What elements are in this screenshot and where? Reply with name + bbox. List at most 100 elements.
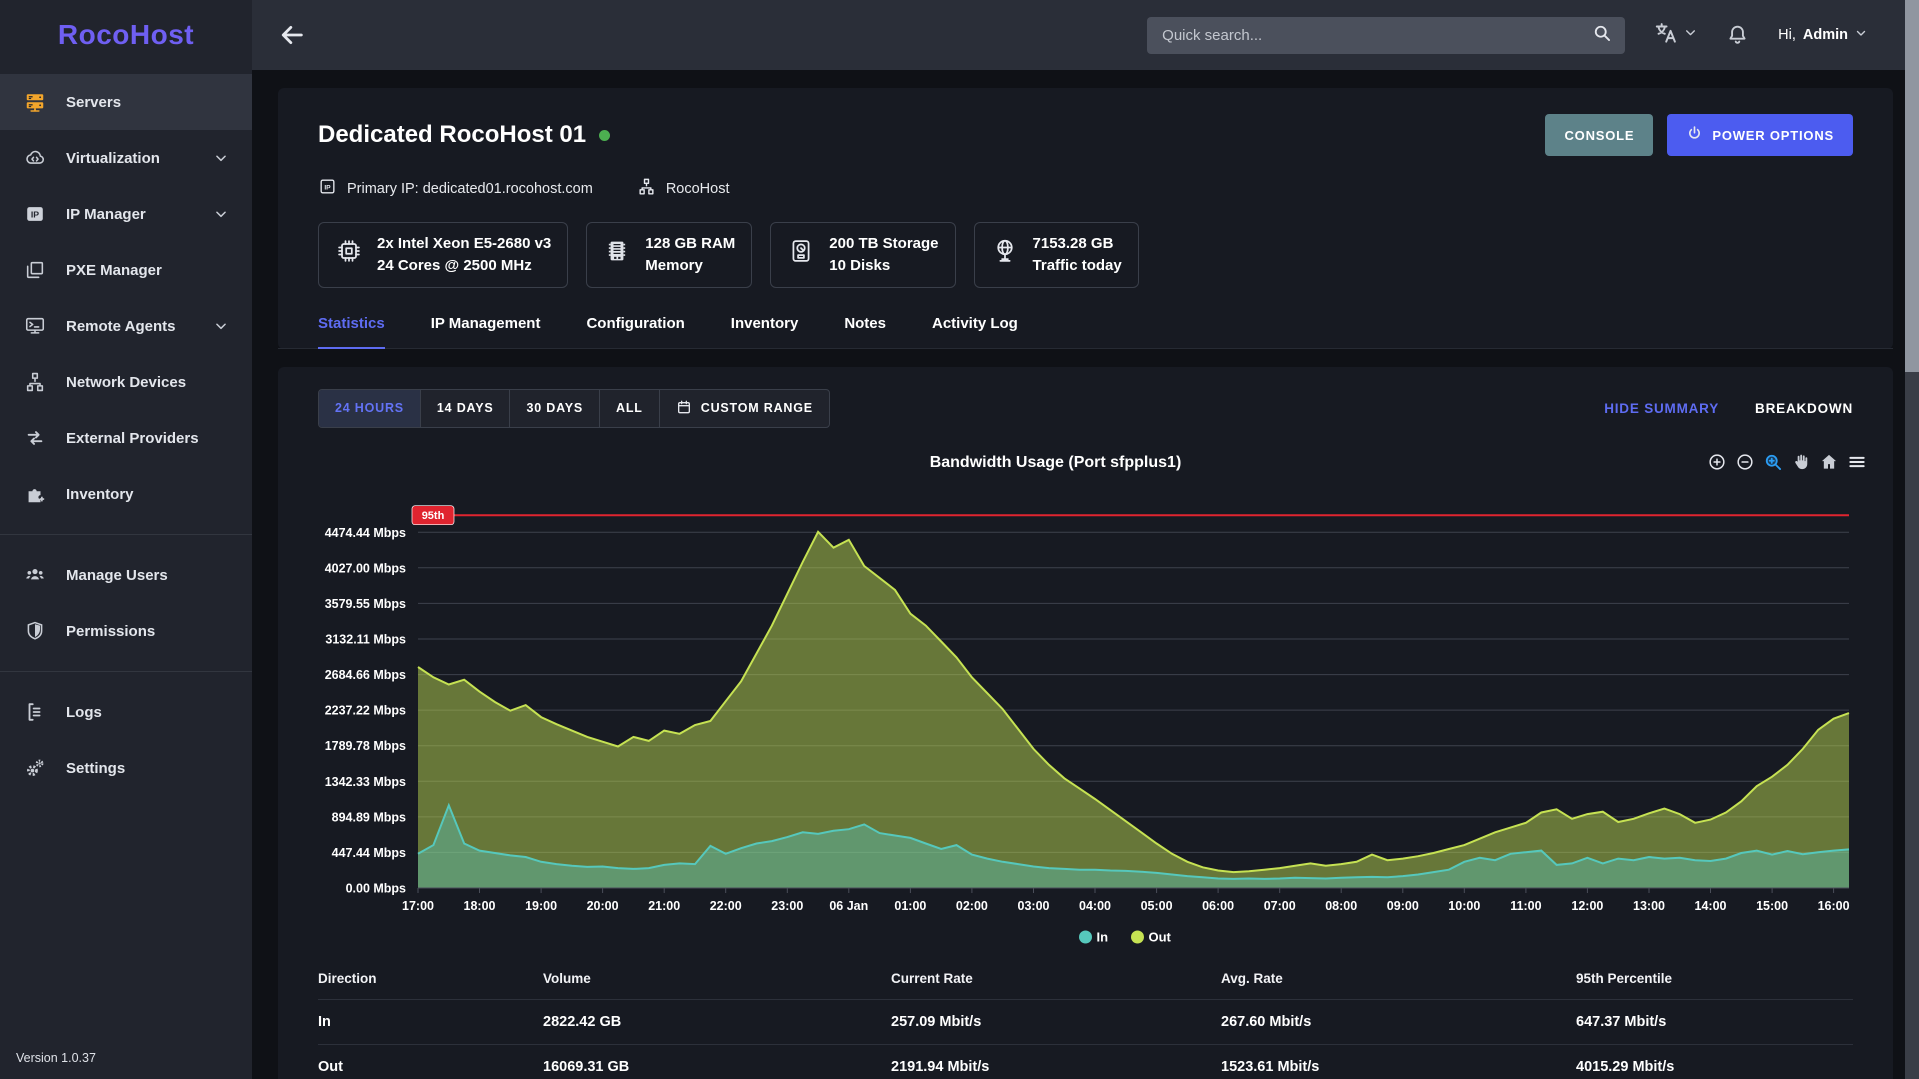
sidebar-item-label: Servers — [66, 94, 121, 111]
svg-text:06 Jan: 06 Jan — [829, 899, 868, 913]
main-area: Hi,Admin Dedicated RocoHost 01 CONSOLE P… — [252, 0, 1919, 1079]
bandwidth-chart[interactable]: 0.00 Mbps447.44 Mbps894.89 Mbps1342.33 M… — [318, 480, 1853, 948]
puzzle-icon — [24, 483, 46, 505]
col-95th-percentile: 95th Percentile — [1576, 958, 1853, 1000]
svg-text:95th: 95th — [422, 510, 445, 522]
svg-text:23:00: 23:00 — [771, 899, 803, 913]
sidebar-item-label: Network Devices — [66, 374, 186, 391]
svg-text:03:00: 03:00 — [1018, 899, 1050, 913]
power-options-button[interactable]: POWER OPTIONS — [1667, 114, 1853, 156]
sidebar-item-pxe-manager[interactable]: PXE Manager — [0, 242, 252, 298]
search-input[interactable] — [1160, 26, 1592, 45]
svg-text:Out: Out — [1149, 929, 1172, 944]
sidebar-item-remote-agents[interactable]: Remote Agents — [0, 298, 252, 354]
svg-text:21:00: 21:00 — [648, 899, 680, 913]
chart-controls: 24 HOURS 14 DAYS 30 DAYS ALL CUSTOM RANG… — [318, 389, 1853, 428]
svg-text:2237.22 Mbps: 2237.22 Mbps — [325, 703, 406, 717]
sidebar-item-label: IP Manager — [66, 206, 146, 223]
range-all[interactable]: ALL — [600, 390, 660, 427]
menu-icon[interactable] — [1847, 452, 1867, 472]
sidebar-item-manage-users[interactable]: Manage Users — [0, 547, 252, 603]
tab-activity-log[interactable]: Activity Log — [932, 315, 1018, 349]
sidebar-item-label: Permissions — [66, 623, 155, 640]
box-zoom-icon[interactable] — [1763, 452, 1783, 472]
spec-cards: 2x Intel Xeon E5-2680 v324 Cores @ 2500 … — [318, 222, 1853, 288]
time-range-group: 24 HOURS 14 DAYS 30 DAYS ALL CUSTOM RANG… — [318, 389, 830, 428]
tab-configuration[interactable]: Configuration — [586, 315, 684, 349]
range-custom[interactable]: CUSTOM RANGE — [660, 390, 829, 427]
sidebar-item-label: Manage Users — [66, 567, 168, 584]
tab-ip-management[interactable]: IP Management — [431, 315, 541, 349]
range-14-days[interactable]: 14 DAYS — [421, 390, 511, 427]
svg-text:04:00: 04:00 — [1079, 899, 1111, 913]
console-button[interactable]: CONSOLE — [1545, 114, 1653, 156]
vertical-scrollbar[interactable] — [1905, 0, 1919, 1079]
table-header-row: Direction Volume Current Rate Avg. Rate … — [318, 958, 1853, 1000]
hide-summary-link[interactable]: HIDE SUMMARY — [1604, 401, 1719, 416]
disk-icon — [787, 237, 815, 272]
tab-notes[interactable]: Notes — [844, 315, 886, 349]
server-tabs: Statistics IP Management Configuration I… — [278, 315, 1893, 349]
sidebar-item-network-devices[interactable]: Network Devices — [0, 354, 252, 410]
svg-text:14:00: 14:00 — [1695, 899, 1727, 913]
col-current-rate: Current Rate — [891, 958, 1221, 1000]
tab-inventory[interactable]: Inventory — [731, 315, 799, 349]
spec-card-ram: 128 GB RAMMemory — [586, 222, 752, 288]
spec-card-storage: 200 TB Storage10 Disks — [770, 222, 955, 288]
translate-icon — [1653, 20, 1679, 51]
sidebar-item-ip-manager[interactable]: IP IP Manager — [0, 186, 252, 242]
layers-icon — [24, 259, 46, 281]
sidebar-item-settings[interactable]: Settings — [0, 740, 252, 796]
sidebar-item-external-providers[interactable]: External Providers — [0, 410, 252, 466]
pan-icon[interactable] — [1791, 452, 1811, 472]
notifications-bell-icon[interactable] — [1725, 23, 1750, 48]
sidebar-item-logs[interactable]: Logs — [0, 684, 252, 740]
svg-text:02:00: 02:00 — [956, 899, 988, 913]
power-icon — [1686, 125, 1703, 145]
svg-text:08:00: 08:00 — [1325, 899, 1357, 913]
sidebar: RocoHost Servers Virtualization IP IP — [0, 0, 252, 1079]
spec-card-cpu: 2x Intel Xeon E5-2680 v324 Cores @ 2500 … — [318, 222, 568, 288]
spec-card-traffic: 7153.28 GBTraffic today — [974, 222, 1139, 288]
svg-text:22:00: 22:00 — [710, 899, 742, 913]
chevron-down-icon — [214, 207, 228, 221]
zoom-out-icon[interactable] — [1735, 452, 1755, 472]
range-30-days[interactable]: 30 DAYS — [510, 390, 600, 427]
svg-text:0.00 Mbps: 0.00 Mbps — [346, 881, 406, 895]
sidebar-item-label: Inventory — [66, 486, 134, 503]
zoom-in-icon[interactable] — [1707, 452, 1727, 472]
svg-text:447.44 Mbps: 447.44 Mbps — [332, 845, 406, 859]
table-row-in: In 2822.42 GB 257.09 Mbit/s 267.60 Mbit/… — [318, 999, 1853, 1044]
back-button[interactable] — [278, 21, 306, 49]
search-icon[interactable] — [1592, 23, 1612, 48]
users-icon — [24, 564, 46, 586]
status-online-dot — [599, 130, 610, 141]
tab-statistics[interactable]: Statistics — [318, 315, 385, 349]
search-bar — [1147, 17, 1625, 54]
svg-text:1789.78 Mbps: 1789.78 Mbps — [325, 739, 406, 753]
home-icon[interactable] — [1819, 452, 1839, 472]
sidebar-item-label: Logs — [66, 704, 102, 721]
svg-text:18:00: 18:00 — [464, 899, 496, 913]
col-direction: Direction — [318, 958, 543, 1000]
version-label: Version 1.0.37 — [0, 1051, 252, 1079]
sidebar-item-virtualization[interactable]: Virtualization — [0, 130, 252, 186]
app-window: RocoHost Servers Virtualization IP IP — [0, 0, 1919, 1079]
scrollbar-thumb[interactable] — [1905, 0, 1919, 372]
server-group: RocoHost — [637, 177, 730, 200]
sidebar-item-inventory[interactable]: Inventory — [0, 466, 252, 522]
statistics-card: 24 HOURS 14 DAYS 30 DAYS ALL CUSTOM RANG… — [278, 367, 1893, 1079]
breakdown-link[interactable]: BREAKDOWN — [1755, 401, 1853, 416]
sidebar-item-permissions[interactable]: Permissions — [0, 603, 252, 659]
chart-title: Bandwidth Usage (Port sfpplus1) — [318, 454, 1793, 472]
svg-text:16:00: 16:00 — [1818, 899, 1850, 913]
terminal-icon — [24, 315, 46, 337]
language-selector[interactable] — [1653, 20, 1697, 51]
sidebar-item-label: Virtualization — [66, 150, 160, 167]
svg-text:11:00: 11:00 — [1510, 899, 1541, 913]
sidebar-nav: Servers Virtualization IP IP Manager — [0, 70, 252, 1051]
svg-text:06:00: 06:00 — [1202, 899, 1234, 913]
user-menu[interactable]: Hi,Admin — [1778, 27, 1867, 43]
sidebar-item-servers[interactable]: Servers — [0, 74, 252, 130]
range-24-hours[interactable]: 24 HOURS — [319, 390, 421, 427]
